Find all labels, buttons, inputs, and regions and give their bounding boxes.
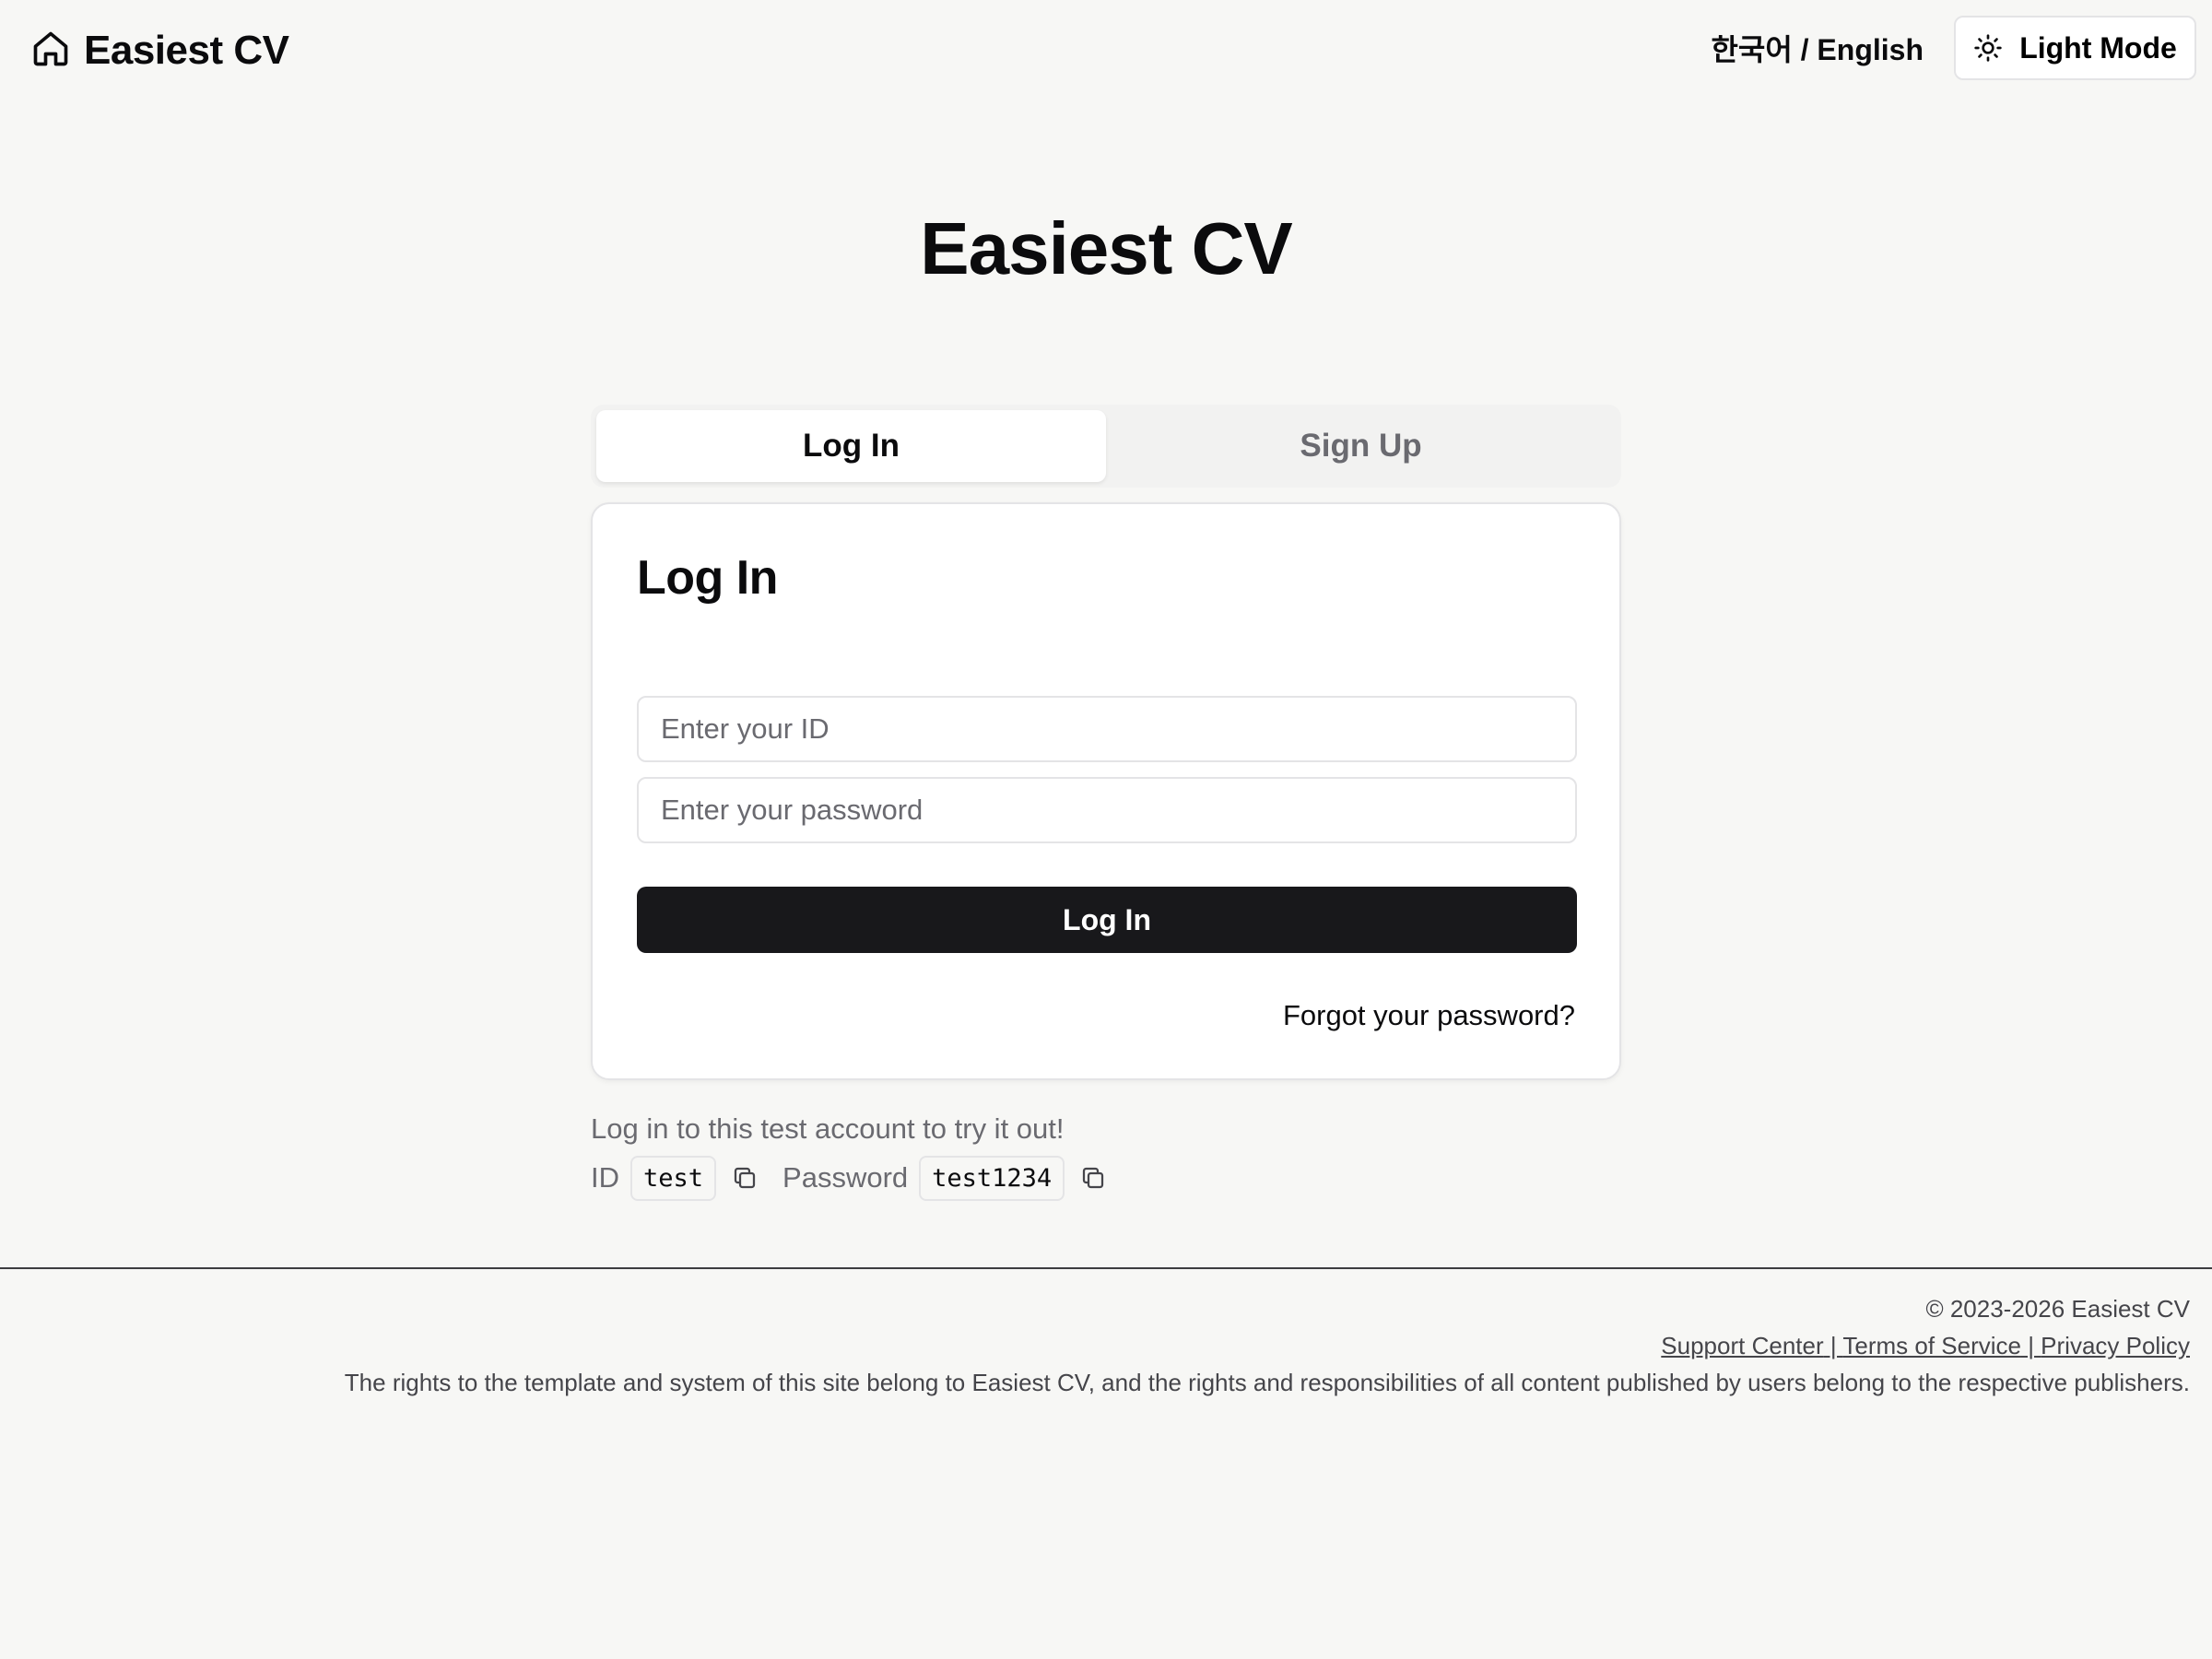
copyright: © 2023-2026 Easiest CV: [1925, 1295, 2190, 1323]
login-card-title: Log In: [637, 551, 778, 605]
footer-links: Support Center | Terms of Service | Priv…: [345, 1327, 2190, 1364]
copy-id-icon[interactable]: [731, 1164, 759, 1192]
footer-divider: [0, 1267, 2212, 1269]
tab-log-in[interactable]: Log In: [596, 410, 1106, 482]
footer: © 2023-2026 Easiest CV Support Center | …: [345, 1290, 2190, 1401]
id-input[interactable]: [637, 696, 1577, 762]
home-link[interactable]: Easiest CV: [30, 28, 289, 74]
test-id-value: test: [630, 1155, 717, 1201]
footer-separator[interactable]: |: [2021, 1332, 2041, 1359]
login-card: Log In Log In Forgot your password?: [591, 502, 1621, 1080]
test-password-label: Password: [782, 1161, 909, 1194]
theme-toggle-label: Light Mode: [2019, 30, 2177, 65]
tab-sign-up[interactable]: Sign Up: [1106, 410, 1616, 482]
rights-disclaimer: The rights to the template and system of…: [344, 1369, 2190, 1396]
test-account-note: Log in to this test account to try it ou…: [591, 1112, 1065, 1145]
brand-name: Easiest CV: [84, 28, 289, 73]
support-center-link[interactable]: Support Center: [1661, 1332, 1823, 1359]
copy-password-icon[interactable]: [1079, 1164, 1107, 1192]
language-switch[interactable]: 한국어 / English: [1711, 29, 1924, 70]
sun-icon: [1973, 33, 2003, 63]
auth-tabs: Log In Sign Up: [591, 405, 1621, 488]
login-submit-button[interactable]: Log In: [637, 887, 1577, 953]
page-title: Easiest CV: [920, 207, 1293, 289]
password-input[interactable]: [637, 777, 1577, 843]
top-navigation: Easiest CV 한국어 / English Light Mode: [0, 0, 2212, 109]
home-icon: [30, 29, 71, 74]
test-account-credentials: ID test Password test1234: [591, 1154, 1131, 1202]
theme-toggle-button[interactable]: Light Mode: [1954, 16, 2196, 80]
privacy-policy-link[interactable]: Privacy Policy: [2041, 1332, 2190, 1359]
test-id-label: ID: [591, 1161, 619, 1194]
terms-of-service-link[interactable]: Terms of Service: [1842, 1332, 2021, 1359]
test-password-value: test1234: [919, 1155, 1065, 1201]
footer-separator[interactable]: |: [1824, 1332, 1843, 1359]
forgot-password-link[interactable]: Forgot your password?: [1283, 999, 1575, 1032]
